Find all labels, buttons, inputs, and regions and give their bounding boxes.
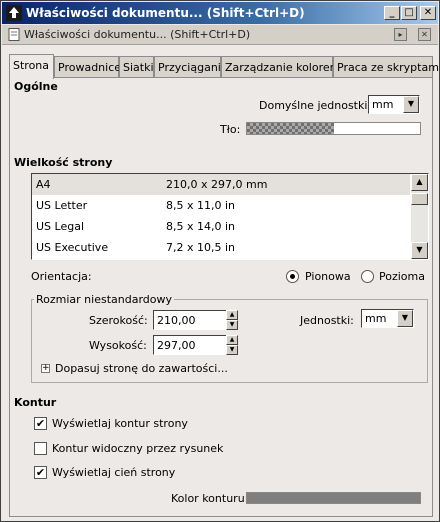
- dock-title: Właściwości dokumentu... (Shift+Ctrl+D): [24, 28, 251, 41]
- orientation-label: Orientacja:: [31, 270, 92, 283]
- height-value: 297,00: [157, 339, 196, 352]
- default-units-combo[interactable]: mm ▼: [368, 95, 420, 114]
- window-title: Właściwości dokumentu... (Shift+Ctrl+D): [26, 6, 305, 20]
- portrait-label[interactable]: Pionowa: [305, 270, 351, 283]
- page-size-name: US Legal: [36, 220, 85, 233]
- width-value: 210,00: [157, 314, 196, 327]
- custom-units-combo[interactable]: mm ▼: [361, 309, 414, 328]
- dialog-window: Właściwości dokumentu... (Shift+Ctrl+D) …: [0, 0, 440, 522]
- page-size-name: US Letter: [36, 199, 88, 212]
- page-size-list: A4 210,0 x 297,0 mm US Letter 8,5 x 11,0…: [31, 173, 429, 260]
- show-shadow-checkbox[interactable]: ✔: [34, 466, 47, 479]
- list-item[interactable]: A4 210,0 x 297,0 mm: [32, 174, 410, 195]
- spin-down-icon[interactable]: ▼: [226, 320, 238, 330]
- tab-guides[interactable]: Prowadnice: [54, 56, 121, 78]
- list-item[interactable]: US Legal 8,5 x 14,0 in: [32, 216, 410, 237]
- list-item[interactable]: US Letter 8,5 x 11,0 in: [32, 195, 410, 216]
- show-border-label[interactable]: Wyświetlaj kontur strony: [52, 417, 188, 430]
- background-color-button[interactable]: [246, 122, 421, 135]
- portrait-radio[interactable]: [286, 270, 299, 283]
- page-size-dims: 8,5 x 11,0 in: [166, 199, 236, 212]
- page-size-name: A4: [36, 178, 51, 191]
- chevron-down-icon: ▼: [403, 96, 419, 113]
- minimize-button[interactable]: _: [384, 6, 400, 20]
- show-border-checkbox[interactable]: ✔: [34, 417, 47, 430]
- checkerboard-swatch: [247, 123, 334, 134]
- general-heading: Ogólne: [14, 80, 58, 93]
- custom-size-legend: Rozmiar niestandardowy: [34, 293, 175, 306]
- spin-down-icon[interactable]: ▼: [226, 345, 238, 355]
- document-icon: [8, 28, 20, 41]
- dock-close-button[interactable]: ✕: [418, 28, 431, 41]
- tab-snap[interactable]: Przyciąganie: [154, 56, 228, 78]
- border-color-button[interactable]: [246, 492, 421, 504]
- page-size-dims: 210,0 x 297,0 mm: [166, 178, 268, 191]
- dock-iconify-button[interactable]: ▸: [394, 28, 407, 41]
- border-on-top-checkbox[interactable]: [34, 442, 47, 455]
- custom-units-label: Jednostki:: [300, 314, 354, 327]
- tab-scripting[interactable]: Praca ze skryptami: [333, 56, 440, 78]
- page-size-scrollbar[interactable]: ▲ ▼: [411, 174, 428, 259]
- page-size-dims: 8,5 x 14,0 in: [166, 220, 236, 233]
- tab-grids[interactable]: Siatki: [119, 56, 154, 78]
- inkscape-app-icon: [6, 5, 22, 21]
- close-button[interactable]: ✕: [420, 6, 436, 20]
- scroll-down-icon[interactable]: ▼: [411, 242, 428, 259]
- list-item[interactable]: US Executive 7,2 x 10,5 in: [32, 237, 410, 258]
- scroll-thumb[interactable]: [411, 193, 428, 205]
- tab-color-management[interactable]: Zarządzanie kolorem: [221, 56, 340, 78]
- chevron-down-icon: ▼: [397, 310, 413, 327]
- maximize-button[interactable]: □: [401, 6, 417, 20]
- border-on-top-label[interactable]: Kontur widoczny przez rysunek: [52, 442, 223, 455]
- tab-bar: Strona Prowadnice Siatki Przyciąganie Za…: [9, 54, 440, 79]
- default-units-label: Domyślne jednostki:: [259, 99, 372, 112]
- width-label: Szerokość:: [89, 314, 148, 327]
- expander-plus-icon[interactable]: +: [41, 364, 50, 373]
- title-bar[interactable]: Właściwości dokumentu... (Shift+Ctrl+D) …: [2, 2, 438, 24]
- default-units-value: mm: [372, 98, 394, 111]
- page-size-heading: Wielkość strony: [14, 156, 113, 169]
- radio-dot: [290, 274, 295, 279]
- spin-up-icon[interactable]: ▲: [226, 310, 238, 320]
- scroll-up-icon[interactable]: ▲: [411, 174, 428, 191]
- page-size-name: US Executive: [36, 241, 109, 254]
- custom-units-value: mm: [365, 312, 387, 325]
- height-label: Wysokość:: [89, 339, 147, 352]
- landscape-radio[interactable]: [361, 270, 374, 283]
- fit-to-content-expander[interactable]: Dopasuj stronę do zawartości...: [55, 362, 228, 375]
- border-heading: Kontur: [14, 396, 57, 409]
- border-color-label: Kolor konturu:: [171, 492, 249, 505]
- tab-page[interactable]: Strona: [9, 54, 54, 79]
- page-size-dims: 7,2 x 10,5 in: [166, 241, 236, 254]
- landscape-label[interactable]: Pozioma: [379, 270, 425, 283]
- height-spinbox[interactable]: 297,00 ▲ ▼: [153, 335, 238, 355]
- show-shadow-label[interactable]: Wyświetlaj cień strony: [52, 466, 175, 479]
- background-label: Tło:: [220, 123, 241, 136]
- spin-up-icon[interactable]: ▲: [226, 335, 238, 345]
- width-spinbox[interactable]: 210,00 ▲ ▼: [153, 310, 238, 330]
- dock-header: Właściwości dokumentu... (Shift+Ctrl+D) …: [2, 25, 438, 45]
